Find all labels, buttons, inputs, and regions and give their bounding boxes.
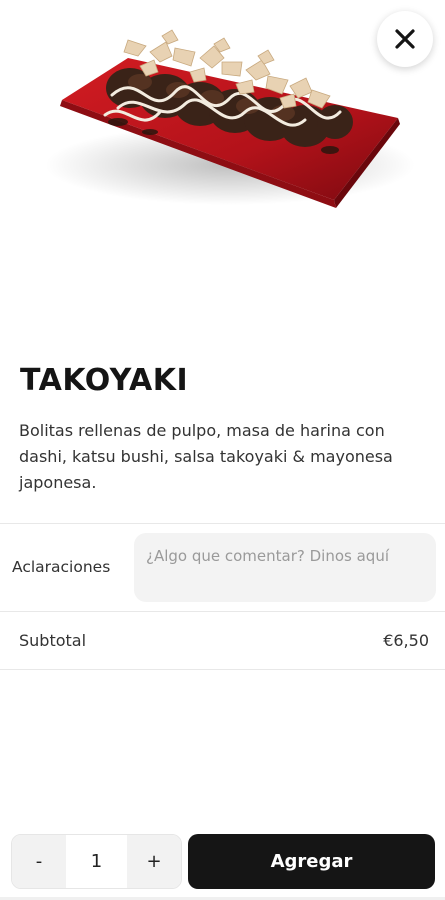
close-button[interactable] (377, 11, 433, 67)
divider (0, 669, 445, 670)
divider (0, 523, 445, 524)
takoyaki-plate-illustration (45, 29, 415, 208)
product-detail-screen: TAKOYAKI Bolitas rellenas de pulpo, masa… (0, 0, 445, 900)
quantity-stepper: - 1 + (11, 834, 182, 889)
notes-label: Aclaraciones (12, 558, 111, 576)
subtotal-label: Subtotal (19, 631, 87, 650)
close-icon (395, 29, 415, 49)
add-to-cart-button[interactable]: Agregar (188, 834, 435, 889)
notes-input[interactable] (134, 533, 436, 602)
decrement-button[interactable]: - (12, 835, 66, 888)
product-image (0, 0, 445, 345)
divider (0, 611, 445, 612)
subtotal-value: €6,50 (383, 631, 429, 650)
product-description: Bolitas rellenas de pulpo, masa de harin… (19, 421, 393, 492)
increment-button[interactable]: + (127, 835, 181, 888)
product-title: TAKOYAKI (20, 363, 189, 398)
quantity-value: 1 (66, 835, 127, 888)
